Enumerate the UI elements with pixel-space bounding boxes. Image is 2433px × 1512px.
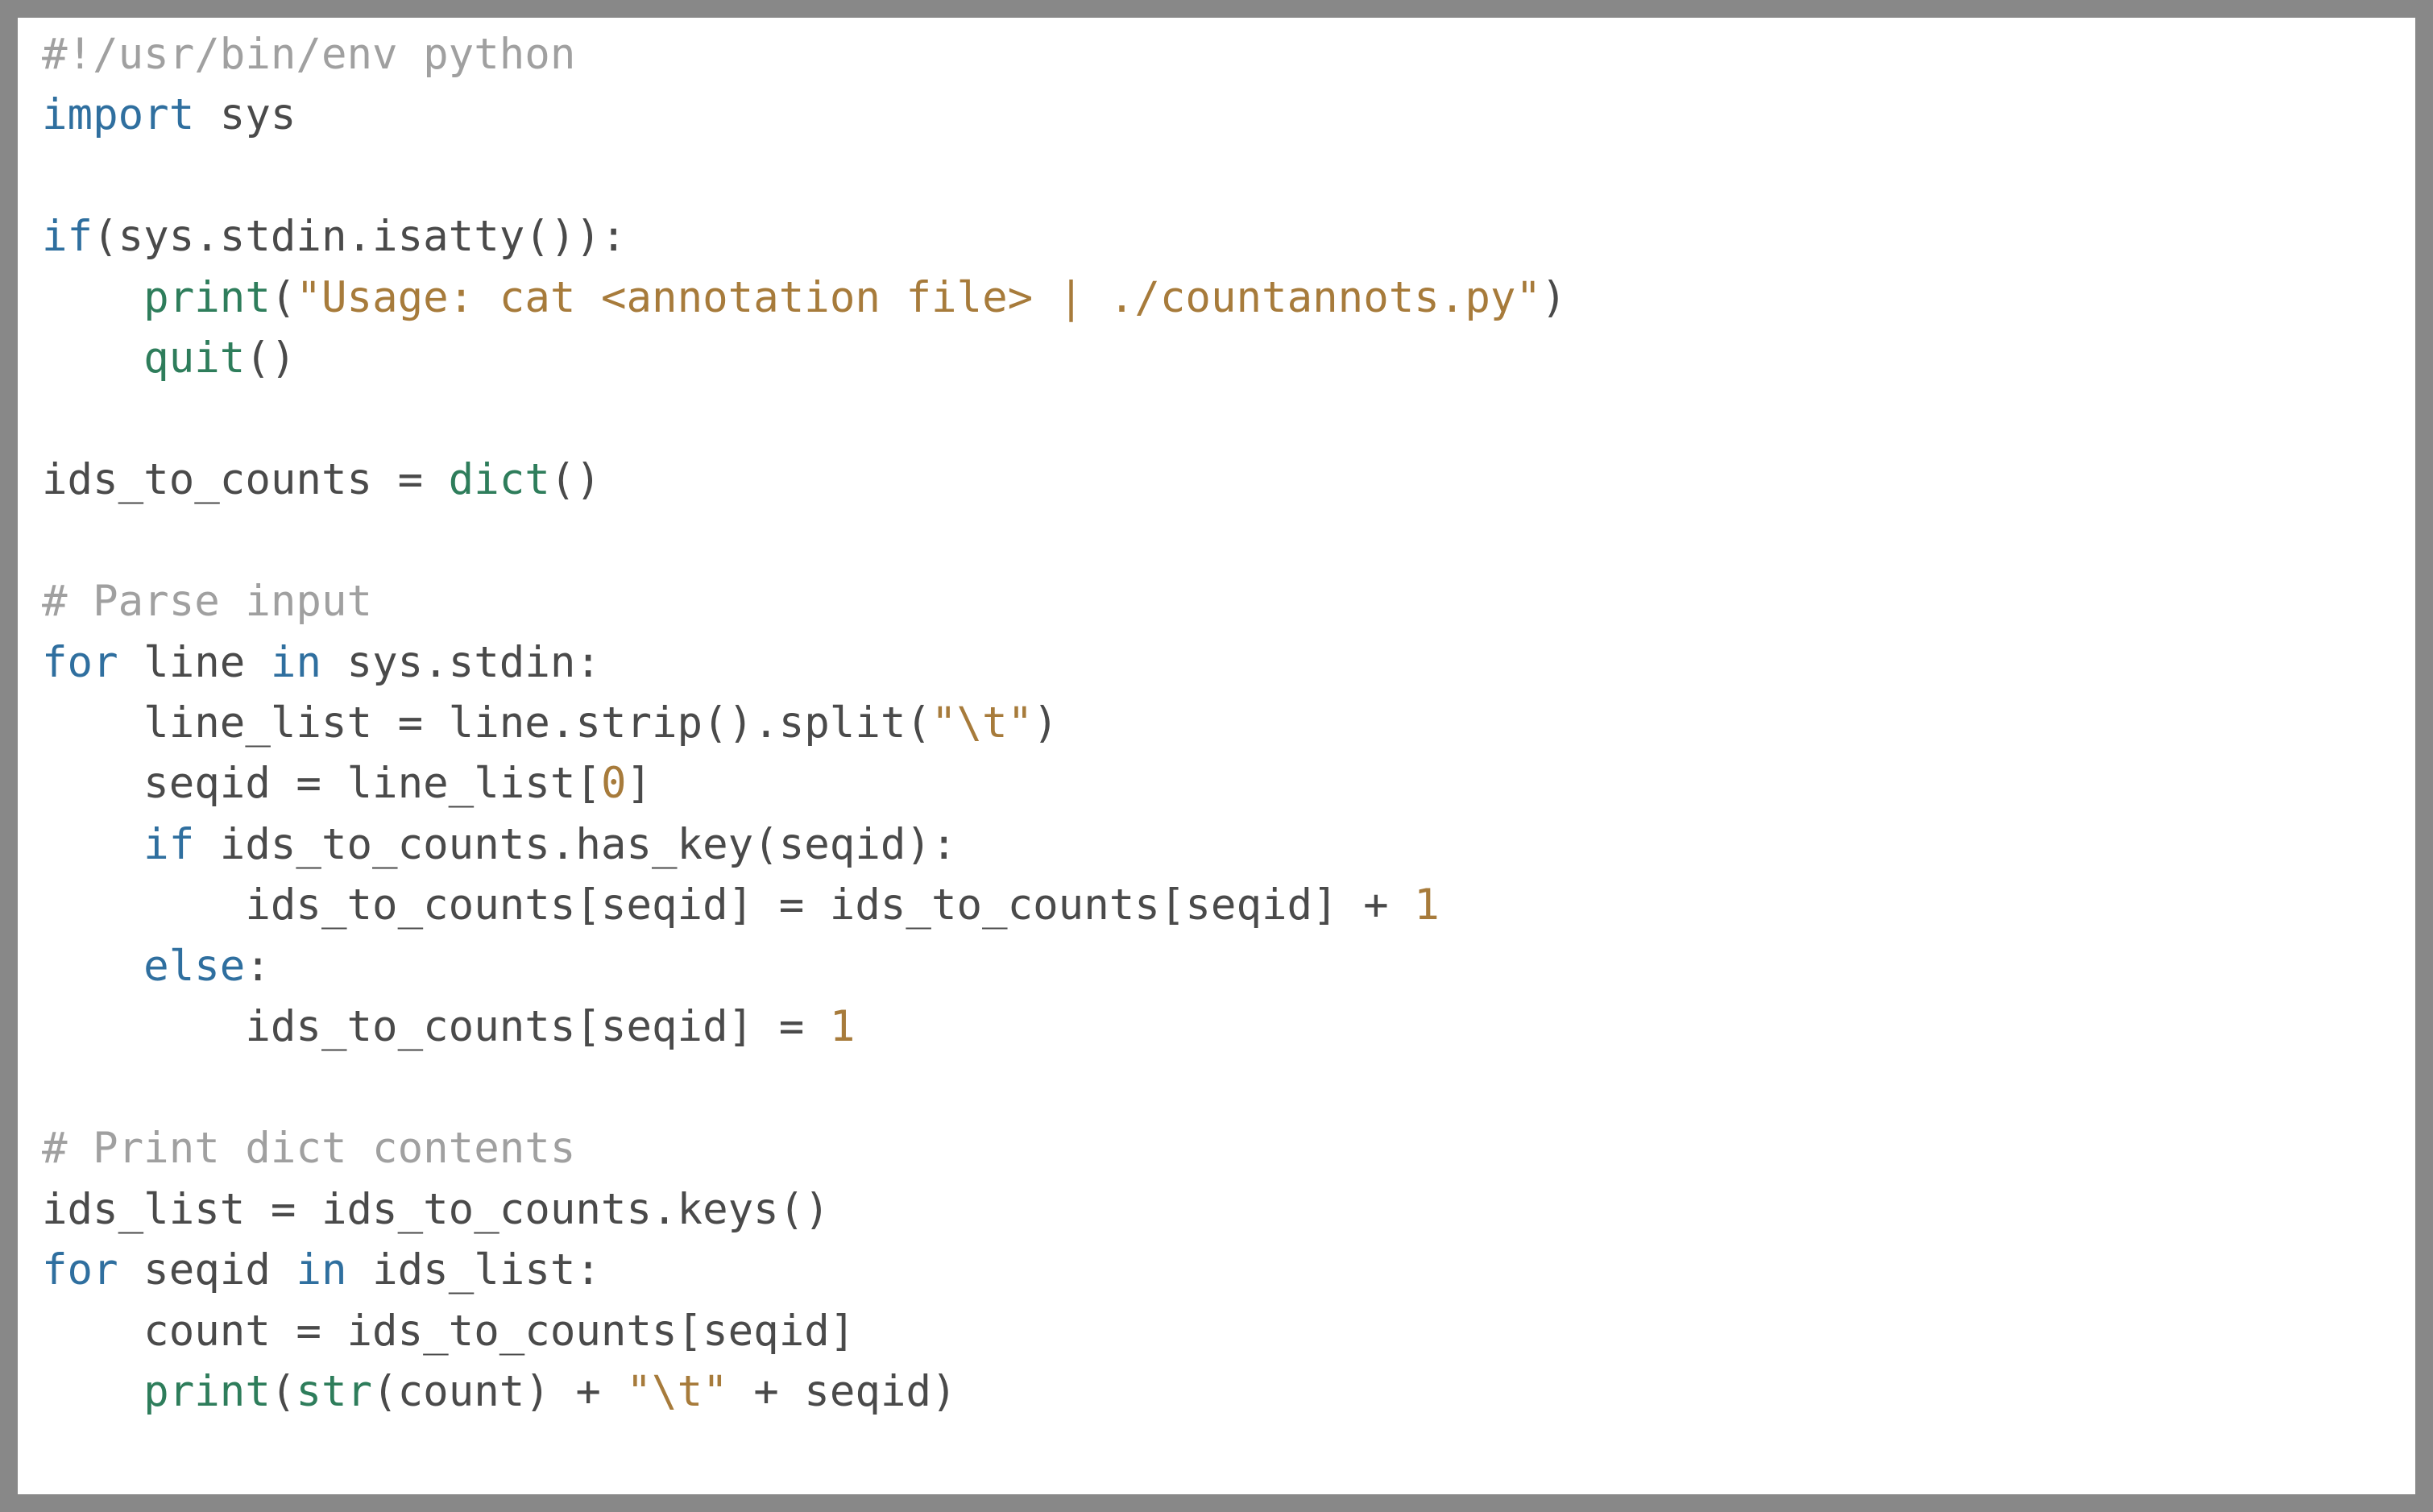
code-line-20: ids_list = ids_to_counts.keys() <box>42 1185 830 1234</box>
code-line-2: import sys <box>42 90 296 139</box>
code-line-13: seqid = line_list[0] <box>42 759 652 808</box>
code-line-5: print("Usage: cat <annotation file> | ./… <box>42 273 1567 322</box>
code-block: #!/usr/bin/env python import sys if(sys.… <box>42 24 2391 1422</box>
code-line-11: for line in sys.stdin: <box>42 638 601 687</box>
code-frame: #!/usr/bin/env python import sys if(sys.… <box>18 18 2415 1494</box>
code-line-6: quit() <box>42 333 296 383</box>
code-line-1: #!/usr/bin/env python <box>42 30 575 79</box>
code-line-21: for seqid in ids_list: <box>42 1245 601 1295</box>
code-line-14: if ids_to_counts.has_key(seqid): <box>42 820 957 869</box>
code-line-19: # Print dict contents <box>42 1124 575 1173</box>
code-line-22: count = ids_to_counts[seqid] <box>42 1307 855 1356</box>
code-line-12: line_list = line.strip().split("\t") <box>42 698 1059 748</box>
code-line-23: print(str(count) + "\t" + seqid) <box>42 1367 957 1416</box>
code-line-16: else: <box>42 942 271 991</box>
code-line-10: # Parse input <box>42 577 372 626</box>
code-line-15: ids_to_counts[seqid] = ids_to_counts[seq… <box>42 880 1440 930</box>
code-line-4: if(sys.stdin.isatty()): <box>42 212 626 261</box>
code-line-17: ids_to_counts[seqid] = 1 <box>42 1002 855 1051</box>
code-line-8: ids_to_counts = dict() <box>42 455 601 504</box>
